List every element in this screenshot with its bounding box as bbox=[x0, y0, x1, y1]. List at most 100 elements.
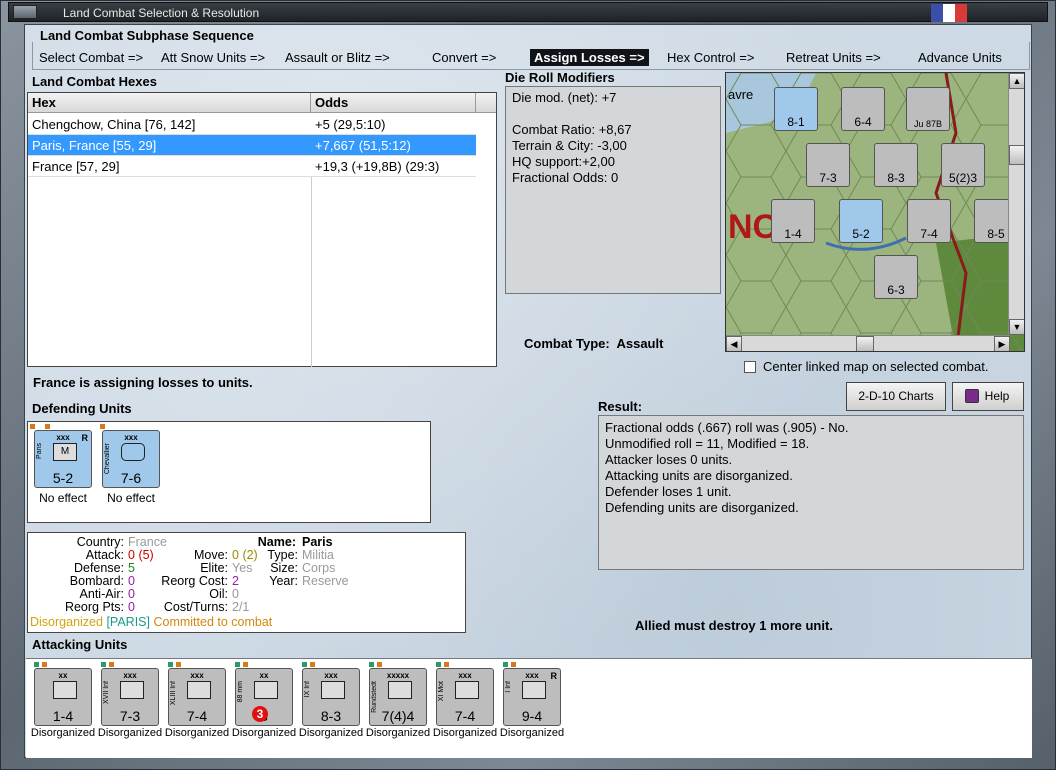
step-att-snow-units: Att Snow Units => bbox=[161, 50, 266, 65]
modifier-line: Die mod. (net): +7 bbox=[512, 90, 617, 105]
unit-type-icon bbox=[254, 681, 278, 699]
attacking-unit[interactable]: xx88 mm33 bbox=[235, 668, 293, 726]
unit-status: Disorganized bbox=[164, 727, 230, 739]
attacking-unit[interactable]: xx 1-4 bbox=[34, 668, 92, 726]
status-dot bbox=[511, 662, 516, 667]
bombard-value: 0 bbox=[128, 574, 135, 588]
unit-status: Disorganized bbox=[231, 727, 297, 739]
unit-values: 7(4)4 bbox=[381, 708, 415, 724]
book-icon bbox=[965, 389, 979, 403]
attacking-unit[interactable]: xxxxx Rundstedt 7(4)4 bbox=[369, 668, 427, 726]
defending-heading: Defending Units bbox=[32, 401, 132, 416]
modifier-spacer bbox=[512, 106, 714, 122]
map-counter[interactable]: 5(2)3 bbox=[941, 143, 985, 187]
defense-label: Defense: bbox=[73, 561, 124, 575]
defending-unit-paris[interactable]: xxx R Paris M 5-2 bbox=[34, 430, 92, 488]
elite-label: Elite: bbox=[200, 561, 228, 575]
scroll-thumb[interactable] bbox=[856, 336, 874, 351]
map-counter[interactable]: 8-1 bbox=[774, 87, 818, 131]
table-row[interactable]: Chengchow, China [76, 142] +5 (29,5:10) bbox=[28, 114, 476, 135]
unit-size: xx bbox=[58, 671, 68, 680]
status-dot bbox=[377, 662, 382, 667]
scroll-left-icon[interactable]: ◀ bbox=[726, 336, 742, 351]
reorg-cost-label: Reorg Cost: bbox=[161, 574, 228, 588]
attacking-unit[interactable]: xxx XLIII Inf 7-4 bbox=[168, 668, 226, 726]
country-label: Country: bbox=[76, 535, 124, 549]
table-row[interactable]: France [57, 29] +19,3 (+19,8B) (29:3) bbox=[28, 156, 476, 177]
help-button[interactable]: Help bbox=[952, 382, 1024, 411]
result-line: Attacker loses 0 units. bbox=[605, 452, 733, 467]
attacking-heading: Attacking Units bbox=[32, 637, 128, 652]
cost-turns-value: 2/1 bbox=[232, 600, 250, 614]
status-dot bbox=[100, 424, 105, 429]
unit-type-icon bbox=[120, 681, 144, 699]
attacking-unit[interactable]: xxx XI Mot 7-4 bbox=[436, 668, 494, 726]
reserve-mark: R bbox=[550, 671, 558, 681]
unit-values: 7-3 bbox=[119, 708, 141, 724]
unit-size: xx bbox=[259, 671, 269, 680]
assigning-status: France is assigning losses to units. bbox=[33, 375, 253, 390]
result-line: Defending units are disorganized. bbox=[605, 500, 799, 515]
step-hex-control: Hex Control => bbox=[667, 50, 755, 65]
status-dot bbox=[310, 662, 315, 667]
step-assign-losses: Assign Losses => bbox=[530, 49, 649, 66]
map-counter-selected[interactable]: 5-2 bbox=[839, 199, 883, 243]
scroll-down-icon[interactable]: ▼ bbox=[1009, 319, 1024, 335]
unit-values: 8-3 bbox=[320, 708, 342, 724]
scroll-right-icon[interactable]: ▶ bbox=[994, 336, 1010, 351]
unit-size: xxx bbox=[190, 671, 204, 680]
unit-name: XI Mot bbox=[438, 681, 445, 702]
center-map-checkbox[interactable] bbox=[744, 361, 756, 373]
year-label: Year: bbox=[269, 574, 298, 588]
column-header-odds[interactable]: Odds bbox=[311, 93, 476, 113]
map-counter[interactable]: Ju 87B bbox=[906, 87, 950, 131]
map-counter[interactable]: 7-4 bbox=[907, 199, 951, 243]
unit-values: 7-4 bbox=[454, 708, 476, 724]
linked-map[interactable]: NC avre 8-1 6-4 Ju 87B 7-3 8-3 5(2)3 1-4… bbox=[725, 72, 1025, 352]
map-counter[interactable]: 7-3 bbox=[806, 143, 850, 187]
unit-status-line: Disorganized [PARIS] Committed to combat bbox=[30, 615, 273, 629]
unit-status: Disorganized bbox=[298, 727, 364, 739]
bombard-label: Bombard: bbox=[69, 574, 124, 588]
defending-unit-chevallier[interactable]: xxx Chevallier 7-6 bbox=[102, 430, 160, 488]
odds-cell: +19,3 (+19,8B) (29:3) bbox=[315, 159, 440, 174]
modifiers-panel: Die mod. (net): +7 Combat Ratio: +8,67 T… bbox=[505, 86, 721, 294]
system-menu-button[interactable] bbox=[13, 5, 37, 19]
map-horizontal-scrollbar[interactable]: ◀ ▶ bbox=[726, 335, 1010, 351]
attacking-unit[interactable]: xxx IX Inf 8-3 bbox=[302, 668, 360, 726]
odds-cell: +5 (29,5:10) bbox=[315, 117, 386, 132]
attacking-unit[interactable]: xxx R I Inf 9-4 bbox=[503, 668, 561, 726]
hex-cell: France [57, 29] bbox=[32, 159, 120, 174]
map-vertical-scrollbar[interactable]: ▲ ▼ bbox=[1008, 73, 1024, 335]
column-header-hex[interactable]: Hex bbox=[28, 93, 311, 113]
status-dot bbox=[42, 662, 47, 667]
scroll-thumb[interactable] bbox=[1009, 145, 1024, 165]
map-counter[interactable]: 1-4 bbox=[771, 199, 815, 243]
modifier-line: HQ support:+2,00 bbox=[512, 154, 615, 169]
type-value: Militia bbox=[302, 548, 334, 562]
unit-name: 88 mm bbox=[237, 681, 244, 703]
map-place-label: avre bbox=[728, 87, 753, 102]
status-dot bbox=[235, 662, 240, 667]
unit-size: xxx bbox=[458, 671, 472, 680]
step-retreat-units: Retreat Units => bbox=[786, 50, 881, 65]
scroll-up-icon[interactable]: ▲ bbox=[1009, 73, 1024, 89]
status-dot bbox=[34, 662, 39, 667]
map-counter[interactable]: 6-4 bbox=[841, 87, 885, 131]
status-dot bbox=[101, 662, 106, 667]
map-counter[interactable]: 8-3 bbox=[874, 143, 918, 187]
unit-size: xxxxx bbox=[386, 671, 410, 680]
unit-name: IX Inf bbox=[304, 681, 311, 698]
unit-size: xxx bbox=[324, 671, 338, 680]
map-region-text: NC bbox=[728, 208, 777, 246]
attacking-unit[interactable]: xxx XVII Inf 7-3 bbox=[101, 668, 159, 726]
charts-button[interactable]: 2-D-10 Charts bbox=[846, 382, 946, 411]
antiair-label: Anti-Air: bbox=[79, 587, 124, 601]
map-counter[interactable]: 6-3 bbox=[874, 255, 918, 299]
result-line: Fractional odds (.667) roll was (.905) -… bbox=[605, 420, 849, 435]
step-assault-or-blitz: Assault or Blitz => bbox=[285, 50, 390, 65]
unit-status: No effect bbox=[39, 491, 87, 505]
table-row-selected[interactable]: Paris, France [55, 29] +7,667 (51,5:12) bbox=[28, 135, 476, 156]
odds-cell: +7,667 (51,5:12) bbox=[315, 138, 411, 153]
unit-status: Disorganized bbox=[30, 727, 96, 739]
